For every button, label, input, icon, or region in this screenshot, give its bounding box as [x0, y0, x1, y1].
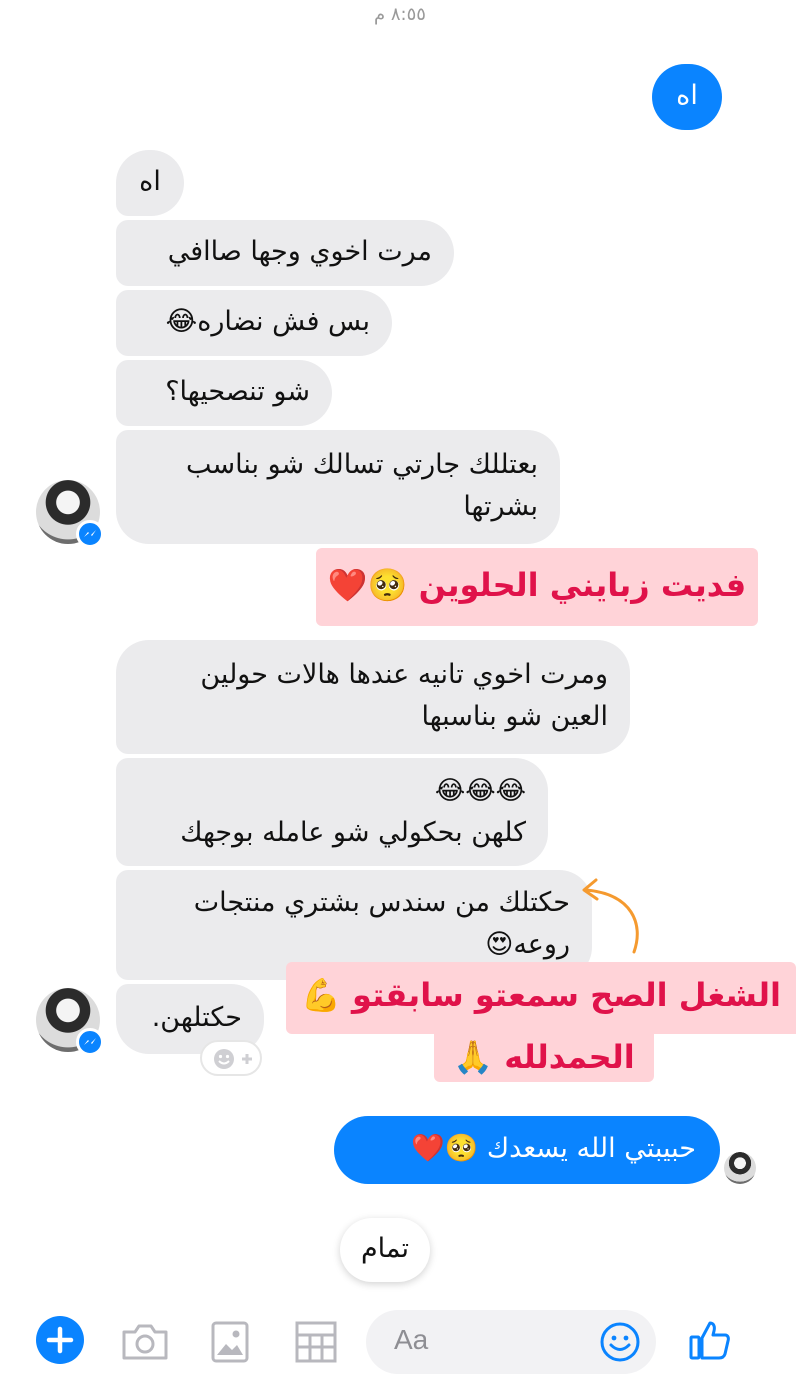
received-message-line: ومرت اخوي تانيه عندها هالات حولين — [200, 659, 608, 690]
table-icon[interactable] — [294, 1320, 338, 1364]
messenger-badge-icon — [76, 1028, 104, 1056]
sent-message-bubble[interactable]: اه — [652, 64, 722, 130]
messenger-badge-icon — [76, 520, 104, 548]
overlay-caption: فديت زبايني الحلوين 🥺❤️ — [316, 548, 758, 626]
read-receipt-avatar — [724, 1152, 756, 1184]
overlay-caption-text: الحمدلله 🙏 — [453, 1038, 635, 1076]
received-message-line: بعتللك جارتي تسالك شو بناسب — [185, 449, 538, 480]
received-message-text: بس فش نضاره😂 — [165, 306, 370, 337]
add-reaction-icon — [214, 1049, 252, 1069]
overlay-caption-text: فديت زبايني الحلوين 🥺❤️ — [327, 566, 747, 604]
message-timestamp: ٨:٥٥ م — [374, 4, 426, 25]
overlay-caption: الحمدلله 🙏 — [434, 1032, 654, 1082]
received-message-bubble[interactable]: بعتللك جارتي تسالك شو بناسب بشرتها — [116, 430, 560, 544]
smile-icon[interactable] — [598, 1320, 642, 1364]
received-message-line: العين شو بناسبها — [421, 701, 608, 732]
plus-button[interactable] — [36, 1316, 84, 1364]
quick-reply-label: تمام — [360, 1233, 410, 1264]
received-message-line: كلهن بحكولي شو عامله بوجهك — [180, 817, 526, 848]
received-message-line: روعه😍 — [485, 929, 570, 960]
sent-message-text: حبيبتي الله يسعدك 🥺❤️ — [411, 1133, 696, 1164]
quick-reply-button[interactable]: تمام — [340, 1218, 430, 1282]
add-reaction-button[interactable] — [200, 1040, 262, 1076]
sent-message-bubble[interactable]: حبيبتي الله يسعدك 🥺❤️ — [334, 1116, 720, 1184]
overlay-caption: الشغل الصح سمعتو سابقتو 💪 — [286, 962, 796, 1034]
message-input[interactable]: Aa — [366, 1310, 656, 1374]
received-message-bubble[interactable]: شو تنصحيها؟ — [116, 360, 332, 426]
received-message-bubble[interactable]: 😂😂😂 كلهن بحكولي شو عامله بوجهك — [116, 758, 548, 866]
received-message-bubble[interactable]: بس فش نضاره😂 — [116, 290, 392, 356]
annotation-arrow — [582, 878, 639, 954]
photo-icon[interactable] — [210, 1320, 250, 1364]
received-message-bubble[interactable]: مرت اخوي وجها صاافي — [116, 220, 454, 286]
received-message-line: بشرتها — [463, 491, 538, 522]
received-message-bubble[interactable]: ومرت اخوي تانيه عندها هالات حولين العين … — [116, 640, 630, 754]
received-message-text: اه — [139, 166, 161, 197]
received-message-text: حكتلهن. — [151, 1002, 242, 1033]
received-message-text: مرت اخوي وجها صاافي — [167, 236, 432, 267]
camera-icon[interactable] — [120, 1320, 170, 1364]
contact-avatar[interactable] — [36, 480, 104, 548]
received-message-bubble[interactable]: اه — [116, 150, 184, 216]
received-message-text: شو تنصحيها؟ — [165, 376, 310, 407]
like-icon[interactable] — [688, 1318, 732, 1362]
contact-avatar[interactable] — [36, 988, 104, 1056]
plus-icon — [46, 1326, 74, 1354]
received-message-line: 😂😂😂 — [434, 776, 526, 806]
overlay-caption-text: الشغل الصح سمعتو سابقتو 💪 — [301, 976, 781, 1014]
sent-message-text: اه — [676, 80, 698, 111]
message-input-placeholder: Aa — [394, 1324, 429, 1355]
received-message-line: حكتلك من سندس بشتري منتجات — [193, 887, 570, 918]
